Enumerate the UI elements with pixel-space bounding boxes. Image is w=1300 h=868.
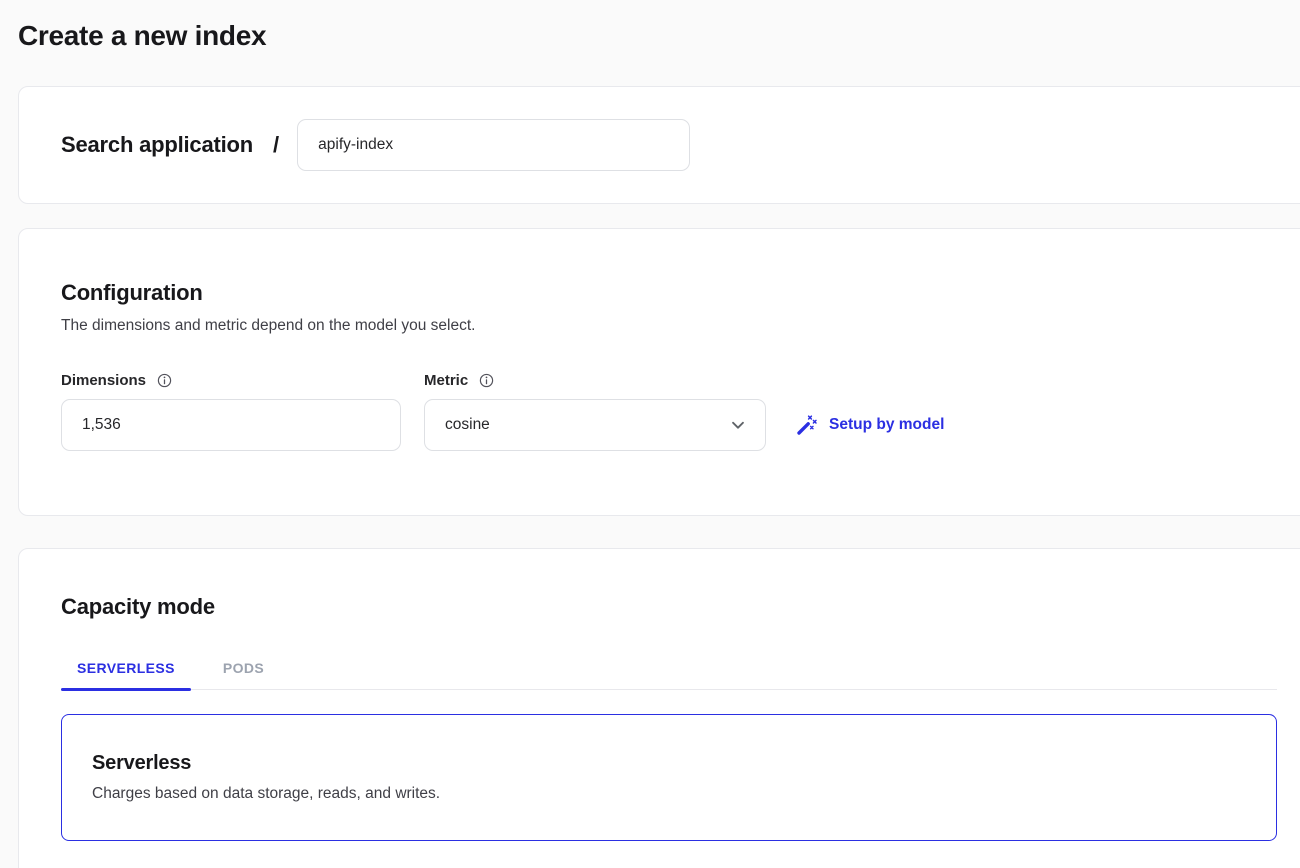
magic-wand-icon bbox=[796, 414, 818, 436]
capacity-tabs: SERVERLESS PODS bbox=[61, 660, 1277, 690]
setup-by-model-link[interactable]: Setup by model bbox=[796, 399, 944, 451]
path-separator: / bbox=[273, 132, 279, 158]
dimensions-label: Dimensions bbox=[61, 372, 146, 389]
page-header: Create a new index bbox=[0, 0, 1300, 52]
setup-by-model-label: Setup by model bbox=[829, 416, 944, 434]
metric-selected-value: cosine bbox=[445, 416, 490, 434]
serverless-option-card[interactable]: Serverless Charges based on data storage… bbox=[61, 714, 1277, 841]
page-title: Create a new index bbox=[18, 20, 1282, 52]
tab-pods[interactable]: PODS bbox=[207, 660, 280, 689]
search-application-label: Search application bbox=[61, 132, 253, 158]
metric-label: Metric bbox=[424, 372, 468, 389]
dimensions-field: Dimensions bbox=[61, 372, 401, 451]
metric-select[interactable]: cosine bbox=[424, 399, 766, 451]
dimensions-input[interactable] bbox=[61, 399, 401, 451]
capacity-mode-title: Capacity mode bbox=[61, 593, 1275, 620]
chevron-down-icon bbox=[729, 416, 747, 434]
configuration-fields-row: Dimensions Metric bbox=[61, 372, 1275, 451]
configuration-title: Configuration bbox=[61, 279, 1275, 306]
dimensions-label-row: Dimensions bbox=[61, 372, 401, 389]
index-name-input[interactable] bbox=[297, 119, 690, 171]
serverless-option-title: Serverless bbox=[92, 751, 1246, 775]
info-icon[interactable] bbox=[479, 373, 494, 388]
tab-serverless[interactable]: SERVERLESS bbox=[61, 660, 191, 689]
metric-label-row: Metric bbox=[424, 372, 766, 389]
metric-field: Metric cosine bbox=[424, 372, 766, 451]
capacity-mode-card: Capacity mode SERVERLESS PODS Serverless… bbox=[18, 548, 1300, 868]
configuration-card: Configuration The dimensions and metric … bbox=[18, 228, 1300, 516]
info-icon[interactable] bbox=[157, 373, 172, 388]
index-name-card: Search application / bbox=[18, 86, 1300, 204]
configuration-subtitle: The dimensions and metric depend on the … bbox=[61, 315, 1275, 336]
serverless-option-description: Charges based on data storage, reads, an… bbox=[92, 784, 1246, 804]
